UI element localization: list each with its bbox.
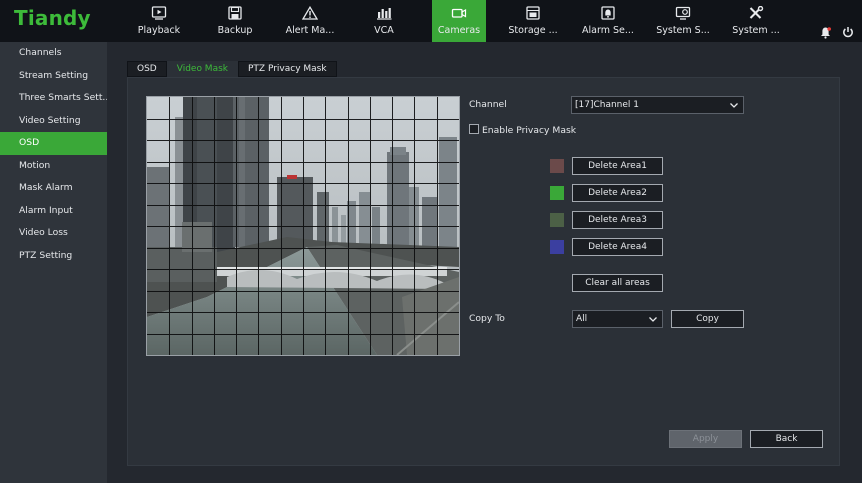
- nav-vca-label: VCA: [374, 25, 394, 36]
- nav-alert-label: Alert Ma...: [285, 25, 335, 36]
- tiandy-logo: Tiandy: [14, 6, 91, 30]
- clear-all-areas-button[interactable]: Clear all areas: [572, 274, 663, 292]
- storage-icon: [526, 6, 540, 20]
- copy-to-select-value: All: [576, 314, 588, 324]
- sidebar-item-ptz-setting[interactable]: PTZ Setting: [0, 245, 107, 268]
- delete-area2-button[interactable]: Delete Area2: [572, 184, 663, 202]
- main-content: OSD Video Mask PTZ Privacy Mask Channel …: [107, 42, 862, 483]
- nav-cameras-label: Cameras: [437, 25, 481, 36]
- nav-alert-management[interactable]: Alert Ma...: [280, 0, 340, 42]
- backup-icon: [228, 6, 242, 20]
- nav-vca[interactable]: VCA: [355, 0, 413, 42]
- camera-preview[interactable]: [146, 96, 460, 356]
- tab-osd[interactable]: OSD: [127, 61, 167, 77]
- camera-icon: [451, 8, 467, 18]
- nav-system-status[interactable]: System S...: [652, 0, 714, 42]
- delete-area3-button[interactable]: Delete Area3: [572, 211, 663, 229]
- tab-ptz-privacy-mask[interactable]: PTZ Privacy Mask: [238, 61, 337, 77]
- sidebar-item-three-smarts[interactable]: Three Smarts Sett...: [0, 87, 107, 110]
- channel-select-value: [17]Channel 1: [575, 100, 640, 110]
- nav-playback[interactable]: Playback: [130, 0, 188, 42]
- sidebar-item-video-loss[interactable]: Video Loss: [0, 222, 107, 245]
- channel-label: Channel: [469, 99, 507, 110]
- tools-icon: [749, 6, 764, 19]
- sidebar-item-stream-setting[interactable]: Stream Setting: [0, 65, 107, 88]
- system-status-icon: [675, 6, 691, 20]
- nav-alarm-settings[interactable]: Alarm Se...: [578, 0, 638, 42]
- area3-color-swatch: [550, 213, 564, 227]
- area2-color-swatch: [550, 186, 564, 200]
- channel-select[interactable]: [17]Channel 1: [571, 96, 744, 114]
- delete-area4-button[interactable]: Delete Area4: [572, 238, 663, 256]
- nav-system-settings[interactable]: System ...: [726, 0, 786, 42]
- apply-button[interactable]: Apply: [669, 430, 742, 448]
- nav-system-status-label: System S...: [656, 25, 710, 36]
- nav-backup[interactable]: Backup: [206, 0, 264, 42]
- enable-privacy-mask-label: Enable Privacy Mask: [482, 125, 577, 136]
- delete-area1-button[interactable]: Delete Area1: [572, 157, 663, 175]
- tab-video-mask[interactable]: Video Mask: [166, 61, 238, 77]
- nav-storage[interactable]: Storage ...: [502, 0, 564, 42]
- power-icon[interactable]: [842, 26, 854, 38]
- vca-icon: [377, 8, 392, 20]
- copy-button[interactable]: Copy: [671, 310, 744, 328]
- nav-storage-label: Storage ...: [508, 25, 558, 36]
- area1-color-swatch: [550, 159, 564, 173]
- sidebar-item-mask-alarm[interactable]: Mask Alarm: [0, 177, 107, 200]
- alarm-icon: [601, 6, 615, 20]
- nav-cameras[interactable]: Cameras: [432, 0, 486, 42]
- enable-privacy-mask-checkbox[interactable]: [469, 124, 479, 134]
- back-button[interactable]: Back: [750, 430, 823, 448]
- sidebar-item-video-setting[interactable]: Video Setting: [0, 110, 107, 133]
- nav-backup-label: Backup: [217, 25, 253, 36]
- nav-system-settings-label: System ...: [732, 25, 780, 36]
- alert-icon: [302, 6, 318, 20]
- sidebar-menu: Channels Stream Setting Three Smarts Set…: [0, 42, 107, 483]
- camera-preview-image: [147, 97, 459, 355]
- copy-to-label: Copy To: [469, 313, 505, 324]
- sidebar-item-alarm-input[interactable]: Alarm Input: [0, 200, 107, 223]
- tab-bar: OSD Video Mask PTZ Privacy Mask: [127, 61, 337, 77]
- nav-alarm-label: Alarm Se...: [582, 25, 634, 36]
- sidebar-item-channels[interactable]: Channels: [0, 42, 107, 65]
- playback-icon: [151, 6, 167, 20]
- sidebar-item-motion[interactable]: Motion: [0, 155, 107, 178]
- area4-color-swatch: [550, 240, 564, 254]
- sidebar-item-osd[interactable]: OSD: [0, 132, 107, 155]
- video-mask-panel: Channel [17]Channel 1 Enable Privacy Mas…: [127, 77, 840, 466]
- top-navigation-bar: Tiandy Playback Backup Alert Ma... VCA C…: [0, 0, 862, 42]
- copy-to-select[interactable]: All: [572, 310, 663, 328]
- nav-playback-label: Playback: [137, 25, 181, 36]
- chevron-down-icon: [730, 103, 738, 108]
- bell-icon[interactable]: [819, 26, 832, 39]
- chevron-down-icon: [649, 317, 657, 322]
